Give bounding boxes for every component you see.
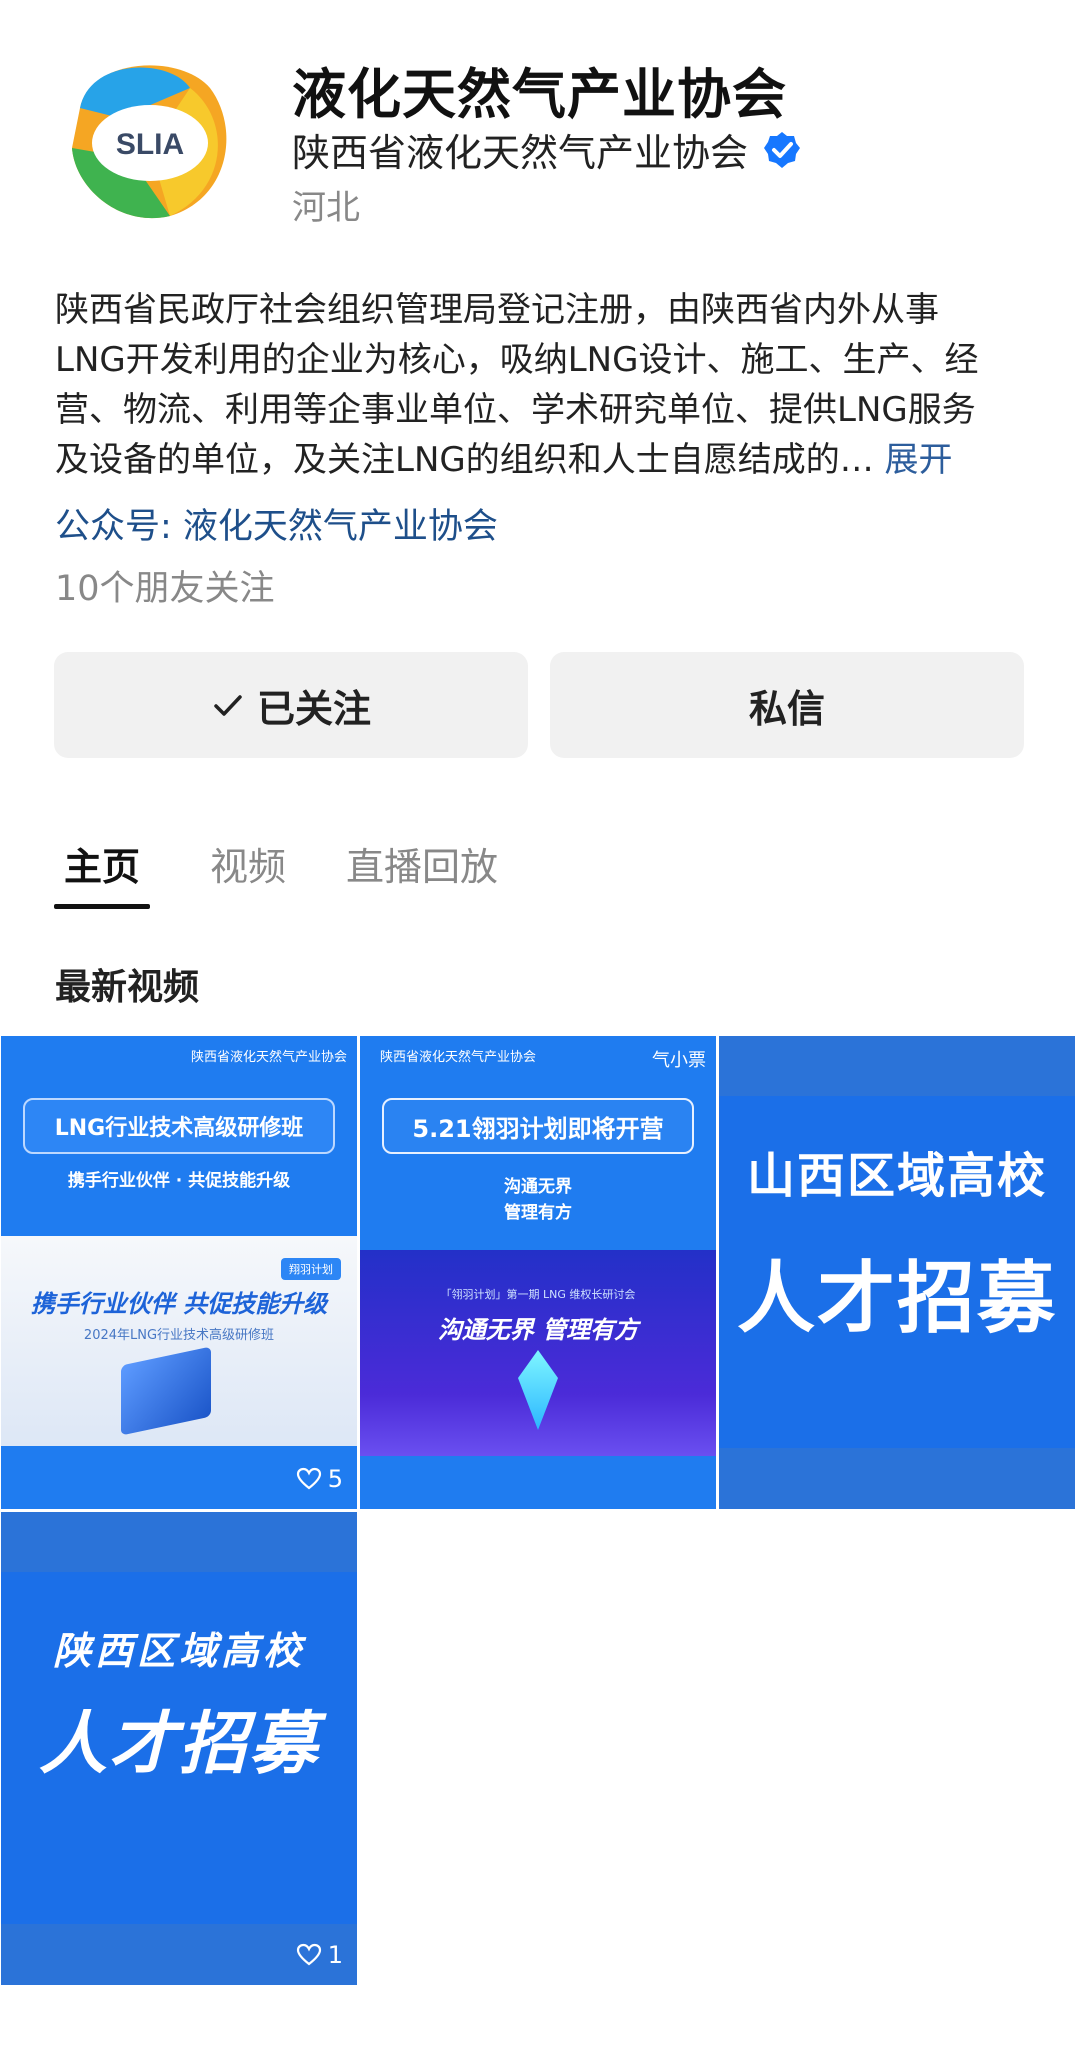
description-line: 及设备的单位，及关注LNG的组织和人士自愿结成的… 展开 [55, 435, 1025, 485]
video-thumbnail[interactable]: 陕西省液化天然气产业协会 LNG行业技术高级研修班 携手行业伙伴 · 共促技能升… [1, 1036, 357, 1509]
cube-graphic [121, 1346, 211, 1436]
profile-tabs: 主页 视频 直播回放 [54, 836, 498, 909]
description-line: LNG开发利用的企业为核心，吸纳LNG设计、施工、生产、经 [55, 340, 979, 380]
video-tagline: 携手行业伙伴 · 共促技能升级 [67, 1171, 291, 1191]
video-thumbnail[interactable]: 陕西区域高校 人才招募 1 [1, 1512, 357, 1985]
tagline-line: 管理有方 [504, 1203, 572, 1223]
official-account-link[interactable]: 公众号: 液化天然气产业协会 [55, 498, 498, 549]
like-count-value: 5 [327, 1465, 343, 1493]
account-avatar-logo[interactable]: SLIA [60, 48, 238, 226]
like-count: 1 [296, 1941, 343, 1969]
poster-line-2: 人才招募 [736, 1254, 1057, 1344]
poster-line-2: 人才招募 [38, 1705, 319, 1784]
verified-badge-icon [764, 131, 801, 168]
check-icon [214, 695, 242, 716]
like-count-value: 1 [327, 1941, 343, 1969]
org-name: 陕西省液化天然气产业协会 [380, 1050, 537, 1065]
tagline-line: 沟通无界 [504, 1177, 572, 1197]
video-thumbnail[interactable]: 山西区域高校 人才招募 [719, 1036, 1075, 1509]
poster-line-1: 陕西区域高校 [52, 1629, 305, 1673]
friends-following-count[interactable]: 10个朋友关注 [55, 560, 275, 611]
account-subtitle-row: 陕西省液化天然气产业协会 [292, 122, 802, 177]
video-headline: LNG行业技术高级研修班 [23, 1098, 335, 1154]
account-description: 陕西省民政厅社会组织管理局登记注册，由陕西省内外从事 LNG开发利用的企业为核心… [55, 285, 1025, 485]
logo-text: SLIA [116, 128, 184, 161]
message-button-label: 私信 [748, 686, 825, 731]
video-thumbnail[interactable]: 陕西省液化天然气产业协会 气小票 5.21翎羽计划即将开营 沟通无界 管理有方 … [360, 1036, 716, 1509]
tab-live-replay[interactable]: 直播回放 [346, 836, 498, 909]
brand-name: 气小票 [652, 1050, 706, 1071]
poster-title: 沟通无界 管理有方 [437, 1316, 639, 1344]
location-label: 河北 [292, 188, 360, 228]
poster-subtitle: 2024年LNG行业技术高级研修班 [83, 1328, 275, 1343]
expand-link[interactable]: 展开 [885, 440, 953, 480]
description-line: 营、物流、利用等企事业单位、学术研究单位、提供LNG服务 [55, 390, 976, 430]
like-count: 5 [296, 1465, 343, 1493]
poster-subtitle: 「翎羽计划」第一期 LNG 维权长研讨会 [440, 1288, 636, 1301]
poster-image: 「翎羽计划」第一期 LNG 维权长研讨会 沟通无界 管理有方 [360, 1250, 716, 1456]
poster-badge: 翔羽计划 [281, 1258, 341, 1280]
followed-button[interactable]: 已关注 [54, 652, 528, 758]
crystal-graphic [518, 1350, 558, 1430]
org-name: 陕西省液化天然气产业协会 [190, 1050, 347, 1065]
poster-line-1: 山西区域高校 [746, 1148, 1047, 1204]
tab-videos[interactable]: 视频 [210, 836, 286, 909]
account-title: 液化天然气产业协会 [292, 63, 787, 126]
section-title-latest-videos: 最新视频 [55, 967, 200, 1008]
description-line-text: 及设备的单位，及关注LNG的组织和人士自愿结成的… [55, 440, 874, 480]
followed-button-label: 已关注 [256, 686, 371, 731]
poster-image: 翔羽计划 携手行业伙伴 共促技能升级 2024年LNG行业技术高级研修班 [1, 1236, 357, 1446]
heart-icon [296, 1943, 321, 1966]
heart-icon [296, 1467, 321, 1490]
video-headline: 5.21翎羽计划即将开营 [382, 1098, 694, 1154]
poster-title: 携手行业伙伴 共促技能升级 [30, 1290, 328, 1318]
tab-home[interactable]: 主页 [54, 836, 151, 909]
account-subtitle: 陕西省液化天然气产业协会 [292, 131, 749, 175]
message-button[interactable]: 私信 [550, 652, 1024, 758]
video-tagline: 沟通无界 管理有方 [360, 1174, 716, 1226]
description-line: 陕西省民政厅社会组织管理局登记注册，由陕西省内外从事 [55, 290, 939, 330]
